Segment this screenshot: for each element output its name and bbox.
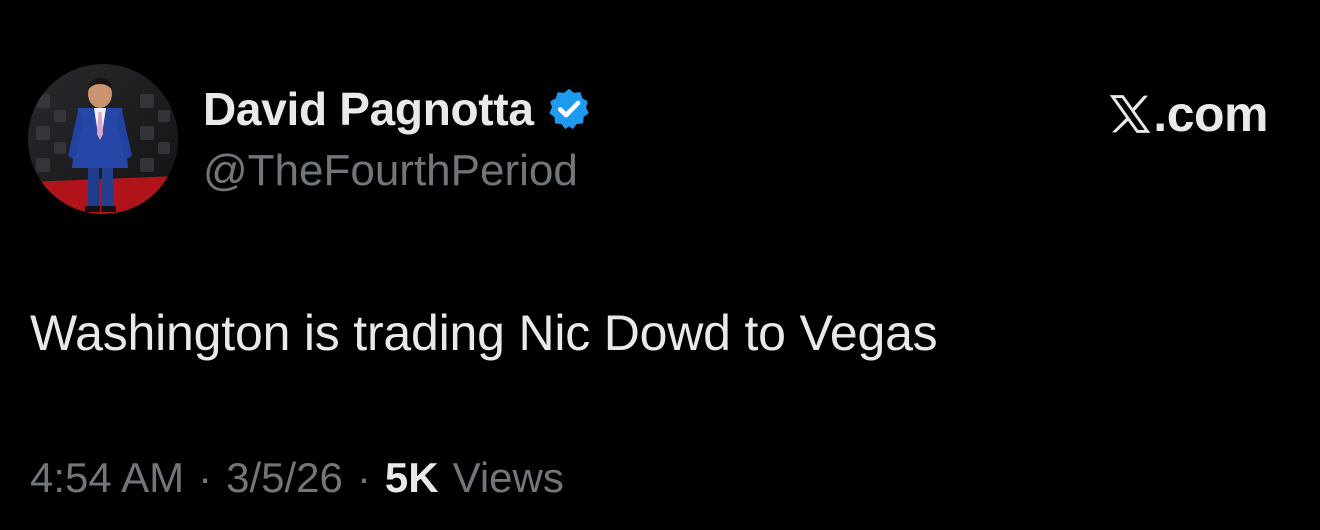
meta-separator: · <box>198 454 213 501</box>
tweet-date[interactable]: 3/5/26 <box>226 454 343 502</box>
brand-watermark: .com <box>1108 84 1268 144</box>
verified-badge-icon <box>548 88 589 130</box>
brand-domain-text: .com <box>1153 86 1268 142</box>
tweet-time[interactable]: 4:54 AM <box>30 454 184 502</box>
avatar-image <box>28 64 178 214</box>
tweet-text: Washington is trading Nic Dowd to Vegas <box>30 305 938 361</box>
display-name[interactable]: David Pagnotta <box>203 82 534 136</box>
views-label: Views <box>452 454 564 501</box>
author-handle[interactable]: @TheFourthPeriod <box>203 146 578 196</box>
avatar[interactable] <box>28 64 178 214</box>
tweet-meta: 4:54 AM · 3/5/26 · 5K Views <box>30 454 564 502</box>
author-name-row[interactable]: David Pagnotta <box>203 80 592 138</box>
meta-separator: · <box>356 454 371 501</box>
x-logo-icon <box>1110 95 1151 133</box>
views-count: 5K <box>384 454 439 501</box>
